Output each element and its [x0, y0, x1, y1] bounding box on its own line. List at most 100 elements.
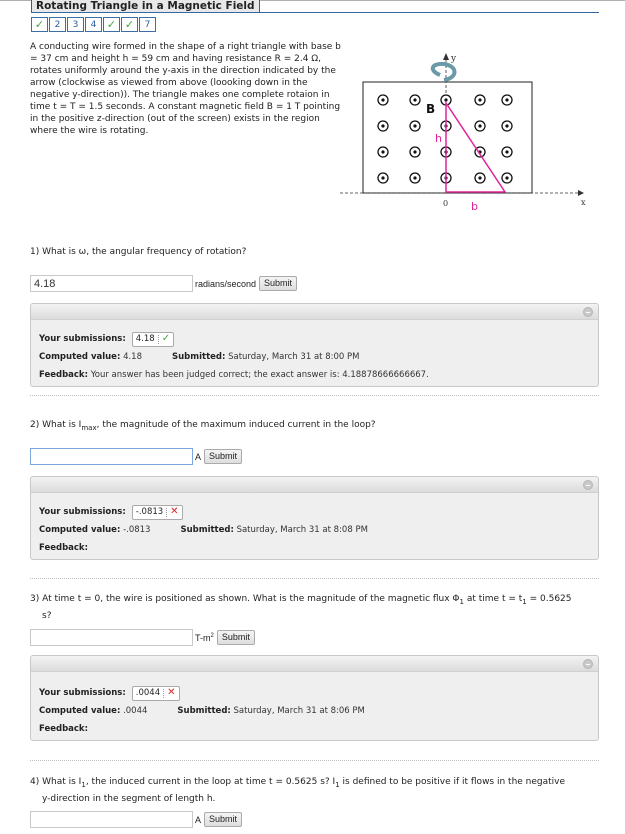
submissions-label: Your submissions:: [39, 507, 126, 517]
submitted-label: Submitted:: [177, 706, 231, 716]
submitted-value: Saturday, March 31 at 8:00 PM: [228, 352, 360, 362]
field-dot-center: [381, 98, 385, 102]
collapse-icon[interactable]: [583, 307, 593, 317]
nav-label: 2: [54, 19, 61, 30]
question-4: 4) What is I1, the induced current in th…: [30, 775, 599, 806]
question-number: 4): [30, 777, 40, 787]
submissions-row: Your submissions: 4.18 ✓: [39, 330, 590, 348]
computed-value: -.0813: [123, 525, 151, 535]
question-text: = 0.5625: [526, 594, 572, 604]
field-dot-center: [505, 176, 509, 180]
answer-row-2: A Submit: [30, 448, 243, 465]
question-1: 1) What is ω, the angular frequency of r…: [30, 245, 246, 259]
unit-label: radians/second: [195, 278, 257, 289]
question-text: , the induced current in the loop at tim…: [85, 777, 336, 787]
nav-item-2[interactable]: 2: [49, 17, 66, 32]
field-dot-center: [413, 150, 417, 154]
computed-value: 4.18: [123, 352, 142, 362]
field-dot-center: [505, 98, 509, 102]
submission-chip: 4.18 ✓: [131, 331, 175, 347]
field-dot-center: [478, 176, 482, 180]
computed-row: Computed value: .0044 Submitted: Saturda…: [39, 702, 590, 720]
submit-button-1[interactable]: Submit: [259, 276, 298, 291]
nav-item-4[interactable]: 4: [85, 17, 102, 32]
submission-panel-3: Your submissions: .0044 ✕ Computed value…: [30, 655, 599, 741]
submit-button-3[interactable]: Submit: [216, 630, 255, 645]
submission-panel-2: Your submissions: -.0813 ✕ Computed valu…: [30, 476, 599, 560]
feedback-row: Feedback:: [39, 539, 590, 557]
nav-item-3[interactable]: 3: [67, 17, 84, 32]
answer-row-3: T-m2 Submit: [30, 629, 255, 646]
rotation-arrow-icon: [430, 61, 457, 82]
x-axis-arrow-icon: [578, 190, 584, 196]
problem-statement: A conducting wire formed in the shape of…: [30, 42, 341, 136]
field-dot-center: [381, 176, 385, 180]
question-number: 1): [30, 247, 40, 257]
collapse-icon[interactable]: [583, 480, 593, 490]
answer-row-4: A Submit: [30, 811, 243, 828]
computed-label: Computed value:: [39, 525, 121, 535]
question-text: , the magnitude of the maximum induced c…: [96, 420, 376, 430]
field-dot-center: [413, 176, 417, 180]
feedback-label: Feedback:: [39, 370, 88, 380]
y-axis-arrow-icon: [443, 53, 449, 60]
unit-label: A: [195, 451, 202, 462]
nav-item-1[interactable]: ✓: [31, 17, 48, 32]
answer-input-3[interactable]: [30, 629, 193, 646]
submissions-row: Your submissions: .0044 ✕: [39, 684, 590, 702]
submitted-value: Saturday, March 31 at 8:08 PM: [236, 525, 368, 535]
unit-superscript: 2: [210, 632, 214, 639]
answer-input-4[interactable]: [30, 811, 193, 828]
unit-label: T-m2: [195, 633, 214, 643]
submit-button-4[interactable]: Submit: [204, 812, 243, 827]
field-dot-center: [413, 124, 417, 128]
question-text: What is I: [42, 777, 82, 787]
feedback-label: Feedback:: [39, 724, 88, 734]
section-divider: [30, 578, 599, 579]
nav-item-7[interactable]: 7: [139, 17, 156, 32]
field-dot-center: [413, 98, 417, 102]
problem-nav: ✓ 2 3 4 ✓ ✓ 7: [31, 17, 156, 32]
feedback-row: Feedback:: [39, 720, 590, 738]
y-axis-label: y: [450, 54, 457, 64]
computed-row: Computed value: -.0813 Submitted: Saturd…: [39, 521, 590, 539]
base-label: b: [471, 200, 478, 213]
answer-input-2[interactable]: [30, 448, 193, 465]
question-text: s?: [42, 610, 52, 621]
nav-label: 3: [72, 19, 79, 30]
question-text: at time t = t: [464, 594, 523, 604]
submit-button-2[interactable]: Submit: [204, 449, 243, 464]
feedback-row: Feedback: Your answer has been judged co…: [39, 366, 590, 384]
section-divider: [30, 395, 599, 396]
submitted-label: Submitted:: [180, 525, 234, 535]
height-label: h: [435, 132, 442, 145]
field-dot-center: [478, 124, 482, 128]
answer-row-1: radians/second Submit: [30, 275, 298, 292]
answer-input-1[interactable]: [30, 275, 193, 292]
submission-chip: -.0813 ✕: [131, 504, 183, 520]
check-icon: ✓: [124, 18, 135, 31]
submissions-label: Your submissions:: [39, 688, 126, 698]
nav-label: 7: [144, 19, 151, 30]
nav-item-6[interactable]: ✓: [121, 17, 138, 32]
section-divider: [30, 760, 599, 761]
origin-label: 0: [443, 199, 448, 208]
collapse-icon[interactable]: [583, 659, 593, 669]
field-dot-center: [381, 150, 385, 154]
check-icon: ✓: [34, 18, 45, 31]
check-icon: ✓: [106, 18, 117, 31]
feedback-label: Feedback:: [39, 543, 88, 553]
nav-item-5[interactable]: ✓: [103, 17, 120, 32]
submissions-label: Your submissions:: [39, 334, 126, 344]
submission-chip: .0044 ✕: [131, 685, 180, 701]
question-text: is defined to be positive if it flows in…: [339, 777, 566, 787]
submission-panel-1: Your submissions: 4.18 ✓ Computed value:…: [30, 303, 599, 387]
submitted-value: Saturday, March 31 at 8:06 PM: [233, 706, 365, 716]
feedback-value: Your answer has been judged correct; the…: [90, 370, 429, 380]
submission-value: -.0813: [135, 507, 164, 517]
computed-label: Computed value:: [39, 352, 121, 362]
subscript: max: [81, 423, 97, 432]
question-2: 2) What is Imax, the magnitude of the ma…: [30, 418, 376, 435]
question-3: 3) At time t = 0, the wire is positioned…: [30, 592, 599, 623]
submitted-label: Submitted:: [172, 352, 226, 362]
